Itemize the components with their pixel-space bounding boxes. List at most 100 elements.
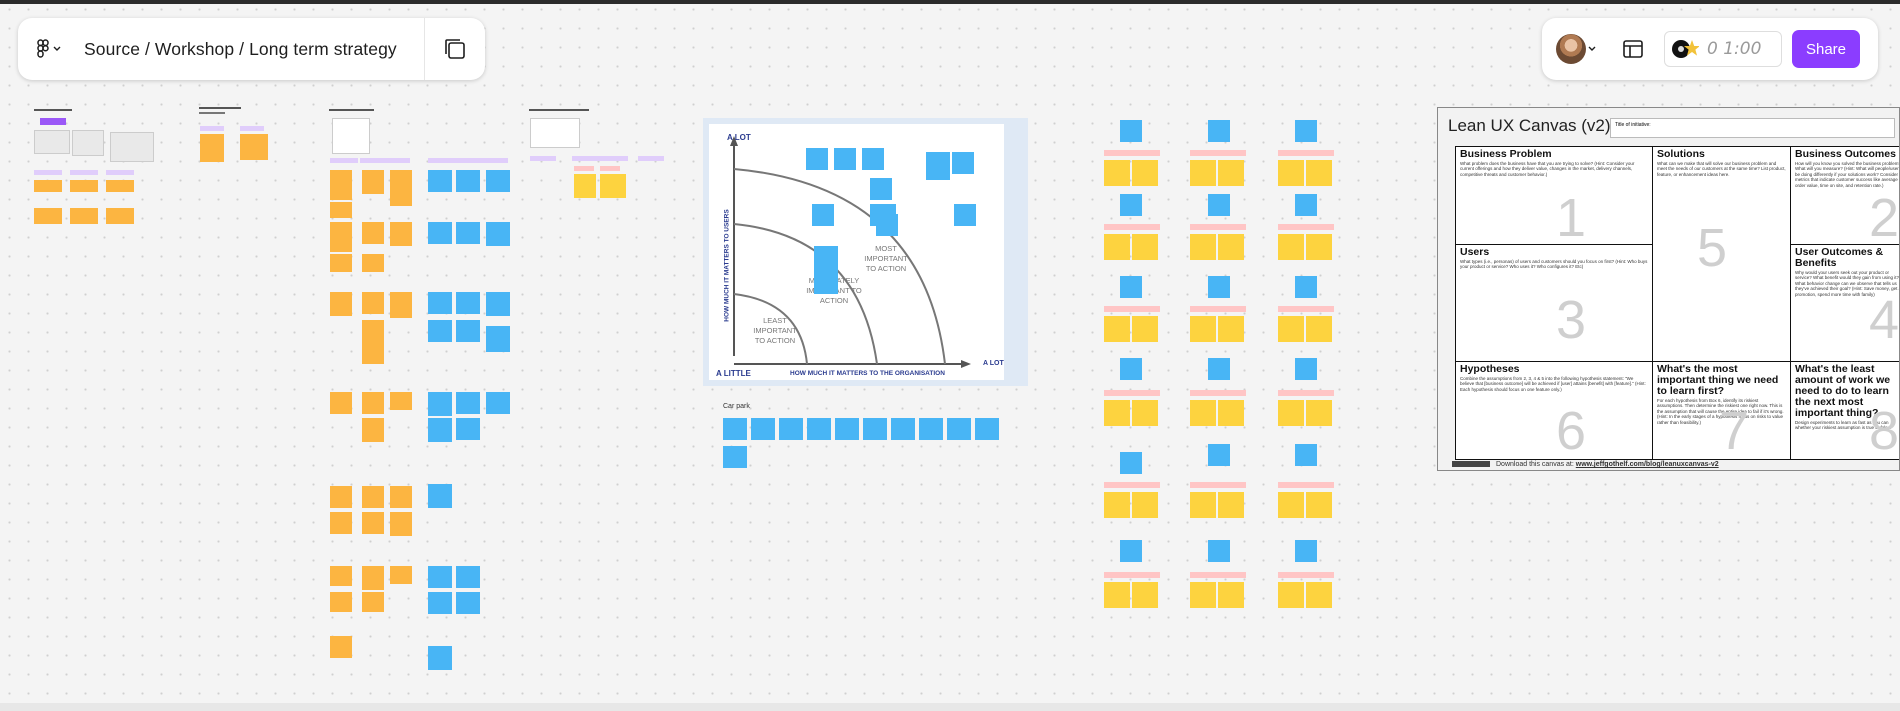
sticky-note[interactable] [1104,234,1130,260]
sticky-note[interactable] [330,392,352,414]
sticky-note[interactable] [1190,492,1216,518]
sticky-note[interactable] [1132,492,1158,518]
sticky-note[interactable] [574,174,596,198]
sticky-note[interactable] [926,152,950,180]
sticky-note[interactable] [428,222,452,244]
sticky-note[interactable] [330,636,352,658]
user-menu[interactable] [1556,34,1598,64]
sticky-note[interactable] [1104,316,1130,342]
sticky-note[interactable] [106,208,134,224]
sticky-note[interactable] [70,208,98,224]
sticky-note[interactable] [1208,276,1230,298]
share-button[interactable]: Share [1792,30,1860,68]
sticky-note[interactable] [428,418,452,442]
label-chip[interactable] [1104,306,1160,312]
sticky-note[interactable] [456,222,480,244]
sticky-note[interactable] [428,484,452,508]
timer-widget[interactable]: 0 1:00 [1664,31,1782,67]
label-chip[interactable] [530,156,556,161]
sticky-note[interactable] [835,418,859,440]
sticky-note[interactable] [362,320,384,364]
sticky-note[interactable] [390,392,412,410]
sticky-note[interactable] [1295,358,1317,380]
sticky-note[interactable] [362,254,384,272]
sticky-note[interactable] [428,392,452,416]
sticky-note[interactable] [1104,160,1130,186]
sticky-note[interactable] [330,512,352,534]
sticky-note[interactable] [428,320,452,342]
cell-business-outcomes[interactable]: Business Outcomes How will you know you … [1790,146,1899,245]
sticky-note[interactable] [390,486,412,508]
sticky-note[interactable] [1218,492,1244,518]
label-chip[interactable] [240,126,264,131]
pages-button[interactable] [425,18,485,80]
sticky-note[interactable] [330,566,352,586]
sticky-note[interactable] [1218,400,1244,426]
label-chip[interactable] [1278,482,1334,488]
sticky-note[interactable] [1190,316,1216,342]
label-chip[interactable] [638,156,664,161]
lean-ux-canvas[interactable]: Lean UX Canvas (v2) Title of initiative:… [1437,107,1900,471]
label-chip[interactable] [1190,224,1246,230]
sticky-note[interactable] [486,292,510,316]
sticky-note[interactable] [1278,160,1304,186]
sticky-note[interactable] [486,170,510,192]
sticky-note[interactable] [723,418,747,440]
sticky-note[interactable] [1132,316,1158,342]
sticky-note[interactable] [814,246,838,272]
sticky-note[interactable] [1120,276,1142,298]
sticky-note[interactable] [1306,400,1332,426]
sticky-note[interactable] [390,512,412,536]
label-chip[interactable] [1278,390,1334,396]
sticky-note[interactable] [428,566,452,588]
sticky-note[interactable] [1120,452,1142,474]
sticky-note[interactable] [919,418,943,440]
cell-least-work[interactable]: What's the least amount of work we need … [1790,361,1899,460]
sticky-note[interactable] [390,222,412,246]
sticky-note[interactable] [330,486,352,508]
sticky-note[interactable] [1278,582,1304,608]
sticky-note[interactable] [1306,492,1332,518]
cell-business-problem[interactable]: Business Problem What problem does the b… [1455,146,1653,245]
sticky-note[interactable] [862,148,884,170]
label-chip[interactable] [1278,306,1334,312]
sticky-note[interactable] [1218,316,1244,342]
cell-most-important[interactable]: What's the most important thing we need … [1652,361,1791,460]
sticky-note[interactable] [1120,540,1142,562]
sticky-note[interactable] [330,202,352,218]
doc-thumbnail[interactable] [110,132,154,162]
sticky-note[interactable] [456,392,480,414]
sticky-note[interactable] [240,134,268,160]
sticky-note[interactable] [428,592,452,614]
sticky-note[interactable] [456,418,480,440]
label-chip[interactable] [1190,306,1246,312]
sticky-note[interactable] [954,204,976,226]
sticky-note[interactable] [870,178,892,200]
sticky-note[interactable] [106,180,134,192]
label-chip[interactable] [600,166,620,171]
sticky-note[interactable] [1120,358,1142,380]
sticky-note[interactable] [1208,540,1230,562]
sticky-note[interactable] [34,180,62,192]
cell-users[interactable]: Users What types (i.e., personas) of use… [1455,244,1653,362]
sticky-note[interactable] [330,222,352,252]
sticky-note[interactable] [330,592,352,612]
label-chip[interactable] [106,170,134,175]
label-chip[interactable] [1104,224,1160,230]
sticky-note[interactable] [1120,120,1142,142]
sticky-note[interactable] [1295,120,1317,142]
label-chip[interactable] [1278,572,1334,578]
sticky-note[interactable] [807,418,831,440]
doc-thumbnail[interactable] [72,130,104,156]
label-chip[interactable] [1190,390,1246,396]
sticky-note[interactable] [362,592,384,612]
sticky-note[interactable] [834,148,856,170]
sticky-note[interactable] [1190,160,1216,186]
sticky-note[interactable] [456,566,480,588]
sticky-note[interactable] [600,174,626,198]
sticky-note[interactable] [1218,160,1244,186]
sticky-note[interactable] [876,214,898,236]
label-chip[interactable] [1278,150,1334,156]
sticky-note[interactable] [891,418,915,440]
sticky-note[interactable] [1295,276,1317,298]
